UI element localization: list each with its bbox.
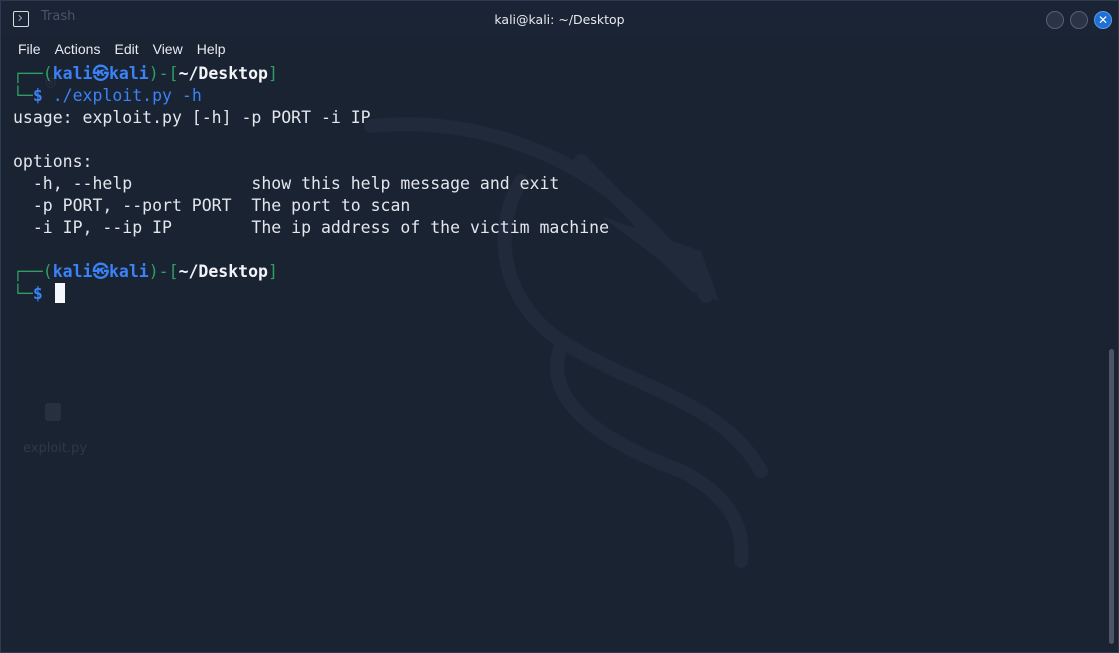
typed-command: ./exploit.py -h (52, 86, 202, 105)
menu-bar: File Actions Edit View Help (1, 37, 1118, 61)
prompt-dollar: $ (32, 86, 43, 105)
prompt-user: kali (52, 64, 93, 83)
menu-file[interactable]: File (13, 41, 46, 57)
ghost-trash-label: Trash (41, 9, 76, 24)
output-line: options: (13, 152, 93, 171)
output-line: -p PORT, --port PORT The port to scan (13, 196, 411, 215)
prompt-host: kali (109, 262, 149, 281)
text-cursor[interactable] (54, 283, 65, 303)
prompt-at: ㉿ (92, 64, 110, 83)
close-icon[interactable]: ✕ (1094, 11, 1112, 29)
prompt-at: ㉿ (92, 262, 110, 281)
terminal-icon (13, 11, 29, 27)
menu-help[interactable]: Help (192, 41, 231, 57)
window-controls: ✕ (1046, 11, 1112, 29)
output-line: -h, --help show this help message and ex… (13, 174, 560, 193)
menu-actions[interactable]: Actions (50, 41, 106, 57)
menu-edit[interactable]: Edit (109, 41, 143, 57)
prompt-line-1: ┌──(kali㉿kali)-[~/Desktop] (13, 64, 278, 83)
command-line-1: └─$ ./exploit.py -h (13, 86, 202, 105)
terminal-window: ◎ exploit.py Trash kali@kali: ~/Desktop … (0, 0, 1119, 653)
window-title: kali@kali: ~/Desktop (494, 11, 625, 27)
prompt-line-2: ┌──(kali㉿kali)-[~/Desktop] (13, 262, 278, 281)
prompt-path: ~/Desktop (178, 262, 268, 281)
terminal-output[interactable]: ┌──(kali㉿kali)-[~/Desktop] └─$ ./exploit… (1, 63, 1109, 652)
output-line: -i IP, --ip IP The ip address of the vic… (13, 218, 610, 237)
vertical-scrollbar[interactable] (1109, 349, 1114, 644)
title-bar[interactable]: Trash kali@kali: ~/Desktop ✕ (1, 1, 1118, 37)
output-line: usage: exploit.py [-h] -p PORT -i IP (13, 108, 371, 127)
prompt-host: kali (109, 64, 149, 83)
maximize-icon[interactable] (1070, 11, 1088, 29)
prompt-user: kali (52, 262, 93, 281)
command-line-2: └─$ (13, 283, 1109, 305)
minimize-icon[interactable] (1046, 11, 1064, 29)
menu-view[interactable]: View (148, 41, 188, 57)
prompt-dollar: $ (32, 284, 43, 303)
prompt-path: ~/Desktop (178, 64, 268, 83)
